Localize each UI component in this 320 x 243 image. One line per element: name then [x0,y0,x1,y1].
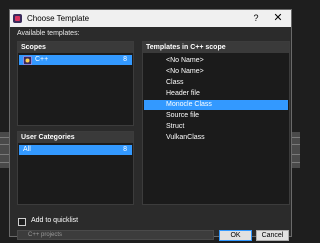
template-item-label: Struct [166,123,185,130]
template-item-label: <No Name> [166,57,204,64]
cancel-button[interactable]: Cancel [256,230,289,241]
close-button[interactable]: ✕ [270,12,286,25]
template-item-label: Header file [166,90,200,97]
template-item[interactable]: Class [144,78,288,88]
window-title: Choose Template [27,14,90,23]
template-item-label: <No Name> [166,68,204,75]
add-to-quicklist-checkbox[interactable] [18,218,26,226]
app-icon [13,14,22,23]
scopes-list: Scopes C++ 8 [17,41,134,126]
scope-item-count: 8 [123,56,127,63]
templates-list: Templates in C++ scope <No Name> <No Nam… [142,41,290,205]
user-categories-list: User Categories All 8 [17,131,134,205]
category-item-count: 8 [123,146,127,153]
template-item-label: VulkanClass [166,134,205,141]
help-button[interactable]: ? [249,12,263,25]
cpp-scope-icon [23,56,32,65]
template-item-label: Source file [166,112,200,119]
available-templates-label: Available templates: [17,30,80,37]
template-item[interactable]: <No Name> [144,67,288,77]
template-item-label: Monocle Class [166,101,212,108]
templates-header[interactable]: Templates in C++ scope [143,42,289,53]
user-categories-header[interactable]: User Categories [18,132,133,143]
template-item-selected[interactable]: Monocle Class [144,100,288,110]
scopes-header[interactable]: Scopes [18,42,133,53]
scope-selector[interactable]: C++ projects [17,230,214,240]
template-item[interactable]: Source file [144,111,288,121]
ok-button[interactable]: OK [219,230,252,241]
scope-item-label: C++ [35,56,49,63]
add-to-quicklist-label[interactable]: Add to quicklist [31,217,78,224]
category-item-all[interactable]: All 8 [19,145,132,155]
title-bar: Choose Template ? ✕ [10,10,291,27]
scope-item-cpp[interactable]: C++ 8 [19,55,132,65]
template-item[interactable]: Header file [144,89,288,99]
choose-template-dialog: Choose Template ? ✕ Available templates:… [9,9,292,241]
template-item-label: Class [166,79,184,86]
category-item-label: All [23,146,31,153]
template-item[interactable]: VulkanClass [144,133,288,143]
template-item[interactable]: <No Name> [144,56,288,66]
template-item[interactable]: Struct [144,122,288,132]
